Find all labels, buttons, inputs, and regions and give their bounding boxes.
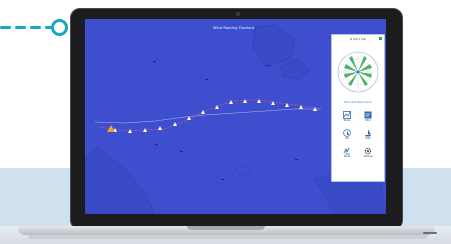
route-label: Route (343, 119, 351, 122)
status-light (423, 232, 437, 234)
route-arrows-label: Route (343, 155, 351, 158)
depth-soundings (153, 61, 298, 180)
panel-header: N Wind Sail (350, 37, 366, 41)
webcam (236, 12, 240, 16)
map-title: Wind Routing Trackout (213, 26, 255, 30)
app-screen: Wind Routing Trackout N Wind Sail Wind S… (85, 19, 386, 214)
shoal-outline (234, 164, 254, 178)
sail-button[interactable]: Sail (339, 129, 355, 142)
map-route-icon (343, 111, 351, 119)
settings-button[interactable]: Settings (360, 147, 376, 160)
alt-route-line (94, 108, 321, 124)
polar-caption: Wind Sail Polar Curve (344, 101, 372, 104)
settings-label: Settings (363, 155, 373, 158)
boat-button[interactable]: Boat (360, 129, 376, 142)
boat-label: Boat (365, 137, 371, 140)
landmass (252, 24, 296, 68)
sail-icon (343, 129, 351, 137)
decor-dash (0, 26, 11, 29)
gear-icon (364, 147, 372, 155)
decor-dash (30, 26, 41, 29)
laptop-shadow (28, 235, 428, 239)
route-button[interactable]: Route (339, 111, 355, 124)
wind-icon (364, 111, 372, 119)
polar-diagram (337, 51, 379, 93)
decor-node (51, 19, 68, 36)
laptop-notch (187, 226, 265, 230)
side-panel: N Wind Sail Wind Sail Polar Curve Route … (331, 34, 385, 182)
boat-icon (365, 129, 371, 137)
decor-dash (15, 26, 26, 29)
sail-label: Sail (345, 137, 349, 140)
landmass (279, 58, 311, 80)
route-arrows-icon (343, 147, 350, 155)
route-arrows-button[interactable]: Route (339, 147, 355, 160)
panel-close-button[interactable] (379, 37, 382, 40)
wind-label: Wind (365, 119, 371, 122)
landmass (85, 146, 156, 214)
wind-button[interactable]: Wind (360, 111, 376, 124)
